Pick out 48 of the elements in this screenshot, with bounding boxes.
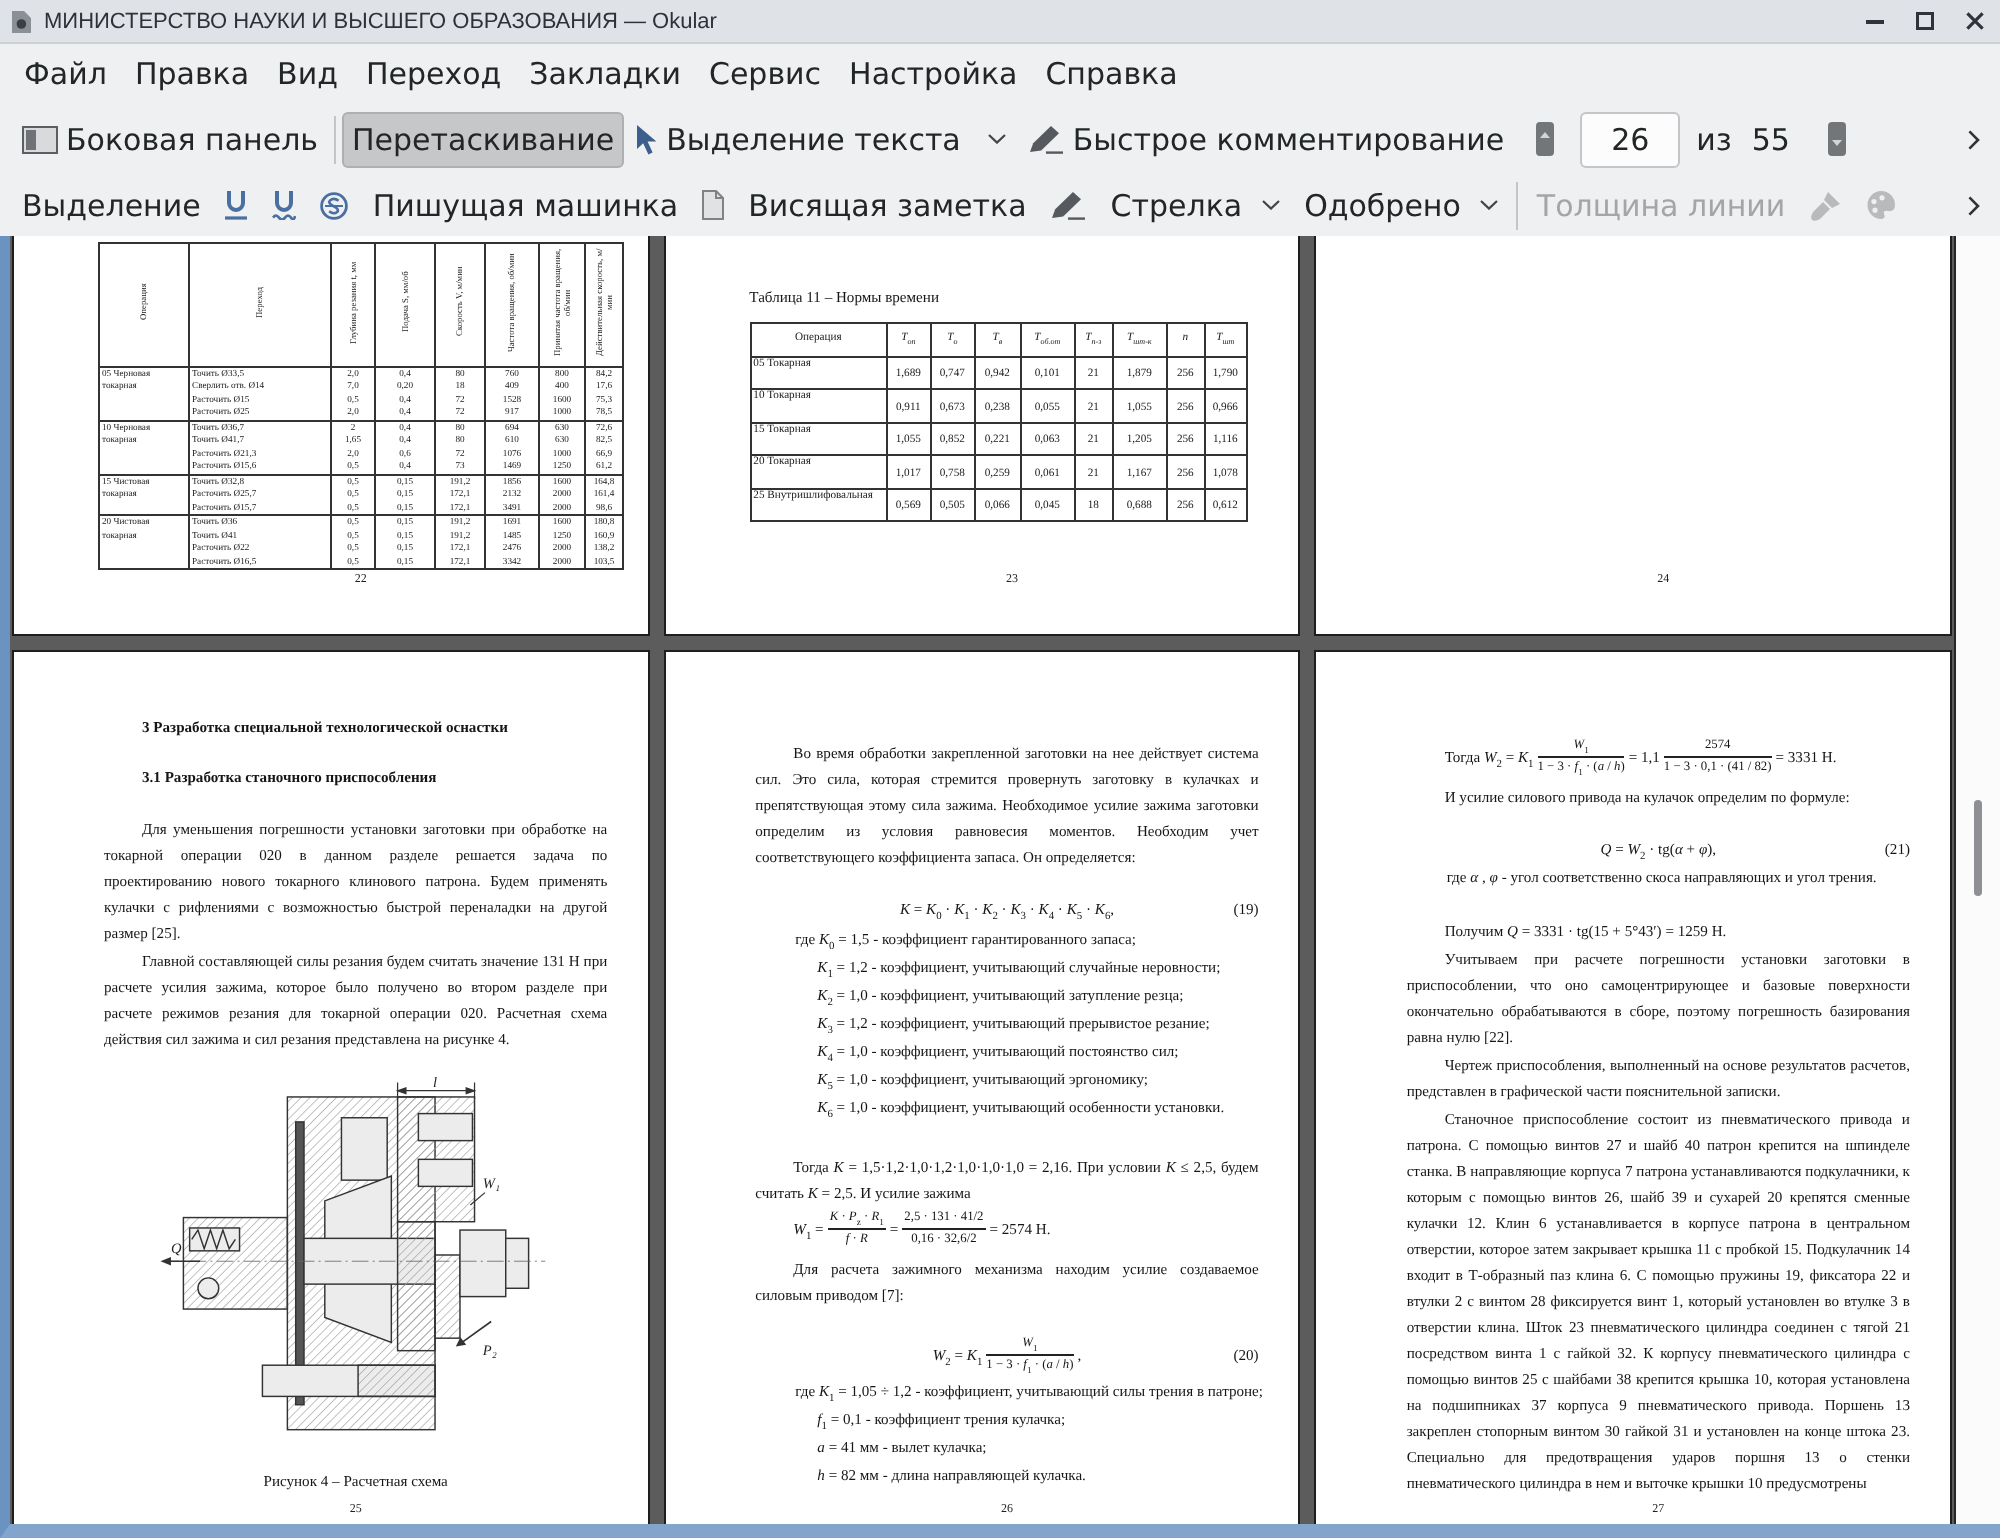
dropdown-button[interactable]: Стрелка: [1100, 177, 1291, 233]
page-count: 55: [1751, 121, 1790, 157]
caret-icon: [1480, 200, 1499, 210]
menu-item[interactable]: Правка: [120, 50, 264, 98]
window-title: МИНИСТЕРСТВО НАУКИ И ВЫСШЕГО ОБРАЗОВАНИЯ — Okular: [44, 9, 719, 33]
squiggly-underline-icon[interactable]: [272, 190, 297, 220]
menu-item[interactable]: Справка: [1031, 50, 1192, 98]
chevron-right-icon: [1968, 129, 1980, 149]
close-icon: [1966, 12, 1984, 30]
menu-item[interactable]: Вид: [263, 50, 352, 98]
maximize-icon: [1916, 12, 1934, 30]
menu-item[interactable]: Закладки: [515, 50, 695, 98]
chevron-right-icon: [1968, 195, 1980, 215]
app-icon: [10, 9, 32, 33]
menu-item[interactable]: Настройка: [835, 50, 1032, 98]
tool-button[interactable]: Висящая заметка: [738, 177, 1037, 233]
pen-icon: [1028, 124, 1065, 154]
menu-item[interactable]: Переход: [351, 50, 516, 98]
maximize-button[interactable]: [1916, 9, 1934, 33]
close-button[interactable]: [1966, 9, 1984, 33]
sidebar-icon: [22, 125, 58, 153]
tool-button[interactable]: Выделение: [12, 177, 211, 233]
scrollbar-handle[interactable]: [1974, 800, 1982, 896]
page-of-label: из: [1696, 121, 1732, 157]
pen-icon[interactable]: [1050, 190, 1087, 220]
underline-icon[interactable]: [224, 190, 249, 220]
page-up-icon[interactable]: [1536, 122, 1555, 156]
toolbar-button[interactable]: Боковая панель: [12, 111, 328, 167]
tool-button[interactable]: Пишущая машинка: [362, 177, 689, 233]
caret-icon: [1262, 200, 1281, 210]
force-arrow: [455, 1320, 492, 1347]
strikethrough-icon[interactable]: [320, 191, 349, 219]
tool-button[interactable]: Перетаскивание: [342, 111, 625, 167]
leader-line: [469, 1192, 486, 1206]
page-number-field[interactable]: 26: [1580, 111, 1681, 167]
cursor-icon: [636, 123, 659, 155]
minimize-icon: [1866, 19, 1884, 23]
note-icon[interactable]: [702, 190, 725, 220]
dropdown-button[interactable]: Выделение текста: [626, 111, 1017, 167]
force-arrow: [160, 1257, 201, 1266]
caret-icon: [988, 134, 1007, 144]
menu-item[interactable]: Сервис: [694, 50, 836, 98]
toolbar-button[interactable]: Быстрое комментирование: [1018, 111, 1515, 167]
dimension-line: [395, 1081, 477, 1100]
scrollbar[interactable]: [1954, 236, 2000, 1524]
page-down-icon[interactable]: [1827, 122, 1846, 156]
dropdown-button[interactable]: Одобрено: [1294, 177, 1509, 233]
menu-item[interactable]: Файл: [10, 50, 121, 98]
